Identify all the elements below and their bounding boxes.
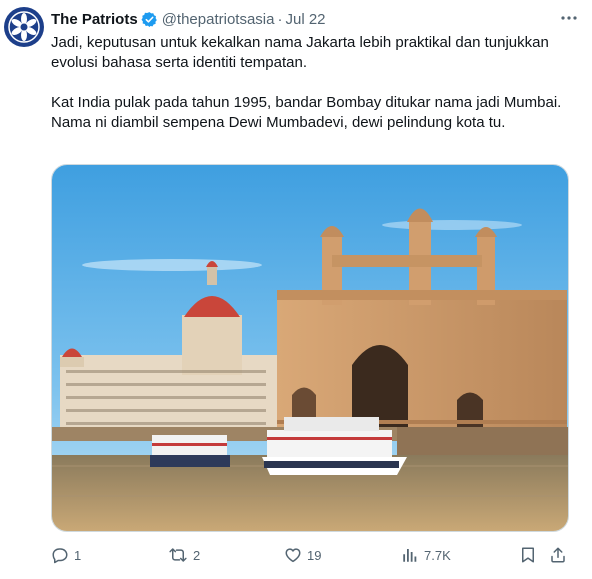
bookmark-button[interactable] xyxy=(519,546,549,564)
tweet[interactable]: The Patriots @thepatriotsasia · Jul 22 J… xyxy=(0,0,592,579)
views-count: 7.7K xyxy=(424,547,451,563)
share-icon xyxy=(551,547,565,563)
reply-icon xyxy=(52,548,68,564)
like-button[interactable]: 19 xyxy=(284,546,401,564)
tweet-paragraph-2: Kat India pulak pada tahun 1995, bandar … xyxy=(51,94,566,131)
tweet-date[interactable]: Jul 22 xyxy=(285,11,325,28)
repost-count: 2 xyxy=(193,547,201,563)
repost-button[interactable]: 2 xyxy=(168,546,284,564)
verified-badge-icon xyxy=(141,11,158,28)
avatar[interactable] xyxy=(4,7,44,47)
author-name[interactable]: The Patriots xyxy=(51,11,138,28)
like-count: 19 xyxy=(307,547,322,563)
patriots-logo-icon xyxy=(5,8,43,46)
bookmark-icon xyxy=(522,547,534,563)
like-icon xyxy=(285,548,301,563)
tweet-actions: 1 2 19 7.7K xyxy=(51,544,571,566)
reply-count: 1 xyxy=(74,547,82,563)
separator-dot: · xyxy=(277,10,283,28)
gateway-of-india-photo xyxy=(52,165,568,531)
author-handle[interactable]: @thepatriotsasia xyxy=(162,11,275,28)
views-button[interactable]: 7.7K xyxy=(401,546,519,564)
repost-icon xyxy=(169,548,187,562)
tweet-text: Jadi, keputusan untuk kekalkan nama Jaka… xyxy=(51,33,571,133)
tweet-photo[interactable] xyxy=(51,164,569,532)
more-options-icon[interactable] xyxy=(560,9,578,32)
tweet-paragraph-1: Jadi, keputusan untuk kekalkan nama Jaka… xyxy=(51,34,553,71)
tweet-header: The Patriots @thepatriotsasia · Jul 22 xyxy=(51,9,572,29)
reply-button[interactable]: 1 xyxy=(51,546,168,564)
views-icon xyxy=(403,549,417,562)
share-button[interactable] xyxy=(549,546,571,564)
